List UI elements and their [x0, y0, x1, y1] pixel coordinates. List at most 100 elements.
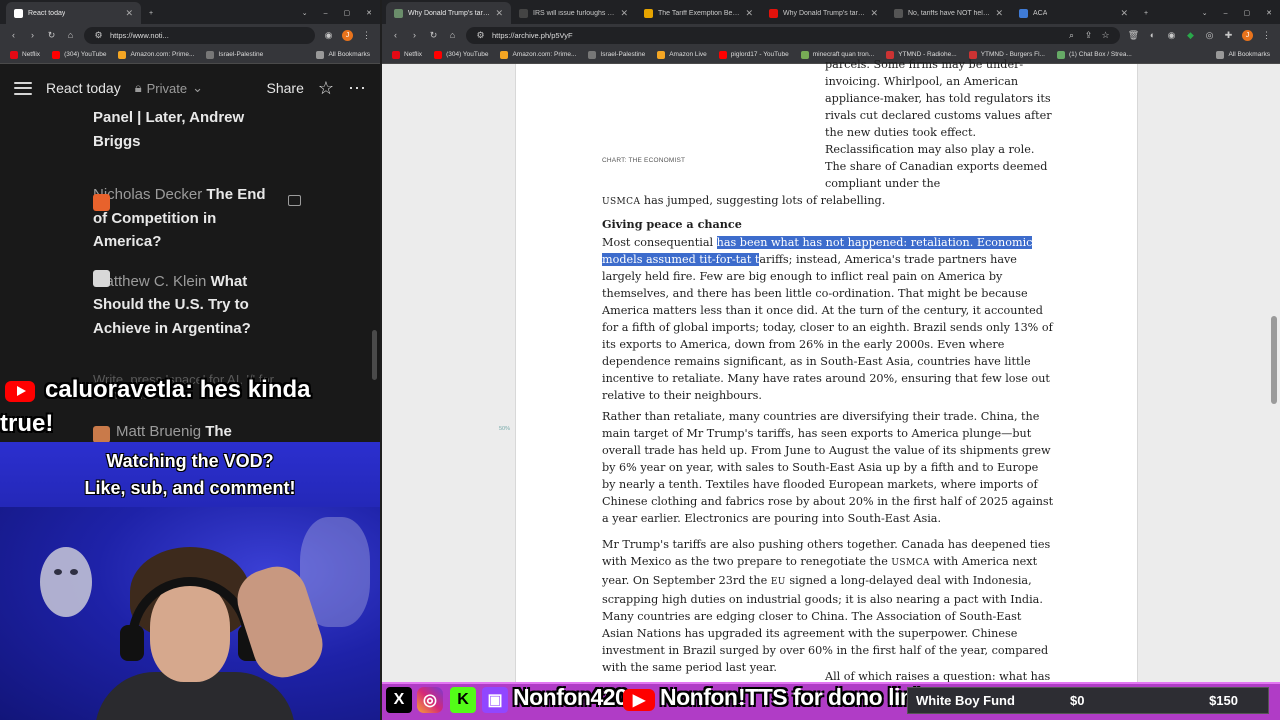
article-paragraph[interactable]: Mr Trump's tariffs are also pushing othe… [602, 536, 1054, 676]
search-icon[interactable]: ⌕ [1066, 30, 1077, 41]
bookmark-chat-box[interactable]: (1) Chat Box / Strea... [1057, 50, 1132, 59]
extension-icon[interactable]: ◆ [1185, 30, 1196, 41]
article-paragraph[interactable]: Most consequential has been what has not… [602, 234, 1054, 404]
netflix-icon [392, 50, 400, 59]
folder-icon [206, 50, 215, 59]
star-icon[interactable]: ☆ [318, 78, 334, 99]
more-icon[interactable]: ⋯ [348, 78, 366, 99]
profile-icon[interactable]: J [342, 29, 353, 41]
bookmark-netflix[interactable]: Netflix [10, 50, 40, 59]
privacy-selector[interactable]: 🔒︎ Private ⌄ [135, 80, 203, 96]
close-icon[interactable]: ✕ [995, 8, 1003, 19]
maximize-icon[interactable]: ▢ [1236, 2, 1259, 24]
bookmark-star-icon[interactable]: ☆ [1100, 30, 1111, 41]
bookmark-youtube[interactable]: (304) YouTube [52, 50, 106, 59]
chat-message-cont: true! [0, 410, 54, 437]
abbr: USMCA [891, 558, 930, 568]
tab-label: Why Donald Trump's tariffs a [408, 9, 491, 17]
comment-icon[interactable] [288, 195, 301, 206]
maximize-icon[interactable]: ▢ [336, 2, 359, 24]
home-icon[interactable]: ⌂ [447, 30, 458, 41]
bookmark-israel-palestine[interactable]: Israel-Palestine [588, 50, 645, 59]
new-tab-button[interactable]: + [141, 2, 161, 24]
address-bar[interactable]: ⚙ https://www.noti... [84, 26, 315, 44]
address-bar[interactable]: ⚙ https://archive.ph/p5VyF ⌕ ⇪ ☆ [466, 26, 1120, 44]
tab-search-icon[interactable]: ⌄ [294, 2, 316, 24]
trash-icon[interactable]: 🗑︎ [1128, 30, 1139, 41]
goal-current: $0 [1070, 693, 1085, 708]
close-icon[interactable]: ✕ [125, 8, 133, 19]
left-toolbar: ‹ › ↻ ⌂ ⚙ https://www.noti... ◉ J ⋮ [0, 24, 380, 46]
bookmark-label: All Bookmarks [328, 51, 370, 58]
youtube-icon: ▶ [623, 689, 655, 711]
extensions-icon[interactable]: ◉ [323, 30, 334, 41]
tab-no-tariffs[interactable]: No, tariffs have NOT helped ✕ [886, 2, 1011, 24]
bookmark-piglord[interactable]: piglord17 - YouTube [718, 50, 789, 59]
url-text: https://www.noti... [110, 30, 169, 40]
list-item[interactable]: Nicholas Decker The End of Competition i… [93, 183, 273, 254]
home-icon[interactable]: ⌂ [65, 30, 76, 41]
share-icon[interactable]: ⇪ [1083, 30, 1094, 41]
tab-economist-2[interactable]: Why Donald Trump's tariffs h ✕ [761, 2, 886, 24]
close-icon[interactable]: ✕ [620, 8, 628, 19]
tab-label: No, tariffs have NOT helped [908, 9, 991, 17]
bookmark-youtube[interactable]: (304) YouTube [434, 50, 488, 59]
minimize-icon[interactable]: – [316, 2, 336, 24]
share-button[interactable]: Share [267, 80, 304, 96]
extension-icon[interactable]: ◐ [1147, 30, 1158, 41]
tab-label: ACA [1033, 9, 1048, 17]
bookmark-amazon-live[interactable]: Amazon Live [657, 50, 707, 59]
forward-icon[interactable]: › [27, 30, 38, 41]
page-gutter-right [1138, 64, 1280, 682]
bookmark-label: piglord17 - YouTube [730, 51, 789, 58]
folder-icon [588, 50, 597, 59]
bookmark-all[interactable]: All Bookmarks [1216, 50, 1270, 59]
minimize-icon[interactable]: – [1216, 2, 1236, 24]
close-icon[interactable]: ✕ [745, 8, 753, 19]
right-tabbar: Why Donald Trump's tariffs a ✕ IRS will i… [382, 0, 1280, 24]
new-tab-button[interactable]: + [1136, 2, 1156, 24]
forward-icon[interactable]: › [409, 30, 420, 41]
reload-icon[interactable]: ↻ [428, 30, 439, 41]
kick-glyph: K [457, 691, 469, 708]
close-icon[interactable]: ✕ [870, 8, 878, 19]
bookmark-amazon[interactable]: Amazon.com: Prime... [500, 50, 576, 59]
menu-icon[interactable]: ⋮ [1261, 30, 1272, 41]
close-icon[interactable]: ✕ [1120, 8, 1128, 19]
tab-irs[interactable]: IRS will issue furloughs as go ✕ [511, 2, 636, 24]
back-icon[interactable]: ‹ [390, 30, 401, 41]
bookmark-netflix[interactable]: Netflix [392, 50, 423, 59]
bookmark-label: Netflix [404, 51, 423, 58]
bookmark-israel-palestine[interactable]: Israel-Palestine [206, 50, 263, 59]
site-favicon-icon [894, 8, 903, 18]
extension-icon[interactable]: ◉ [1166, 30, 1177, 41]
bookmark-label: (1) Chat Box / Strea... [1069, 51, 1132, 58]
close-icon[interactable]: ✕ [495, 8, 503, 19]
menu-icon[interactable]: ⋮ [361, 30, 372, 41]
left-bookmarks-bar: Netflix (304) YouTube Amazon.com: Prime.… [0, 46, 380, 64]
tab-search-icon[interactable]: ⌄ [1194, 2, 1216, 24]
extension-icon[interactable]: ◎ [1204, 30, 1215, 41]
reload-icon[interactable]: ↻ [46, 30, 57, 41]
text: signed a long-delayed deal with Indonesi… [602, 574, 1049, 674]
bookmark-amazon[interactable]: Amazon.com: Prime... [118, 50, 194, 59]
back-icon[interactable]: ‹ [8, 30, 19, 41]
list-item[interactable]: Panel | Later, Andrew Briggs [93, 106, 273, 153]
goal-target: $150 [1209, 693, 1238, 708]
tab-tariff-exemption[interactable]: The Tariff Exemption Behind ✕ [636, 2, 761, 24]
close-window-icon[interactable]: ✕ [1258, 2, 1280, 24]
text: Most consequential [602, 236, 717, 249]
bookmark-all[interactable]: All Bookmarks [316, 50, 370, 59]
profile-icon[interactable]: J [1242, 29, 1253, 41]
tab-aca[interactable]: ACA ✕ [1011, 2, 1136, 24]
tab-react-today[interactable]: React today ✕ [6, 2, 141, 24]
list-item[interactable]: Matthew C. Klein What Should the U.S. Tr… [93, 270, 273, 341]
tab-economist-1[interactable]: Why Donald Trump's tariffs a ✕ [386, 2, 511, 24]
close-window-icon[interactable]: ✕ [358, 2, 380, 24]
menu-hamburger-icon[interactable] [14, 81, 32, 95]
scrollbar[interactable] [1271, 316, 1277, 404]
vod-line: Watching the VOD? [106, 451, 274, 471]
scrollbar[interactable] [372, 330, 377, 380]
article-paragraph[interactable]: Rather than retaliate, many countries ar… [602, 408, 1054, 527]
extensions-puzzle-icon[interactable]: ✚ [1223, 30, 1234, 41]
